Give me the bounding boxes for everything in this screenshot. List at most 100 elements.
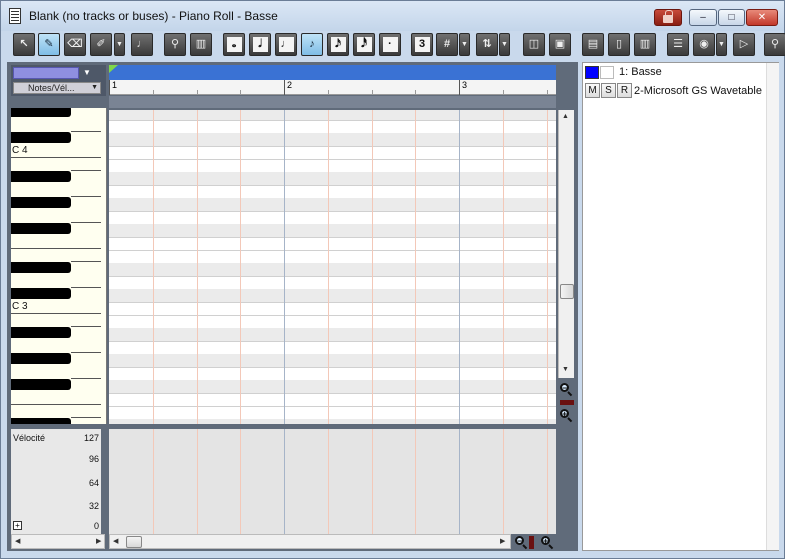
list-icon: ☰: [673, 38, 683, 50]
erase-tool-button[interactable]: ⌫: [64, 33, 86, 56]
layout-right-button[interactable]: ▥: [634, 33, 656, 56]
vertical-zoom-slider[interactable]: [560, 400, 574, 405]
black-key[interactable]: [11, 379, 71, 390]
piano-roll-pane: ▼ Notes/Vél... ▼ 1 2 3 C 4C 3 ▲ ▼ − + Vé…: [7, 62, 578, 551]
sixteenth-note-button[interactable]: 𝅘𝅥𝅯: [327, 33, 349, 56]
velocity-pane[interactable]: [109, 429, 556, 534]
black-key-row: [109, 198, 556, 211]
scroll-right-icon[interactable]: ▶: [96, 537, 101, 545]
plus-sign: +: [543, 536, 549, 546]
layout-split-button[interactable]: ▯: [608, 33, 630, 56]
time-ruler[interactable]: 1 2 3: [109, 80, 556, 95]
zoom-out-horizontal-button[interactable]: −: [514, 535, 528, 550]
expand-icon[interactable]: +: [13, 521, 22, 530]
controller-dropdown[interactable]: Notes/Vél... ▼: [13, 82, 101, 94]
zoom-out-vertical-button[interactable]: −: [559, 382, 573, 397]
vertical-scrollbar[interactable]: ▲ ▼: [558, 110, 574, 378]
maximize-button[interactable]: □: [718, 9, 745, 26]
horizontal-scrollbar[interactable]: ◀ ▶: [109, 534, 511, 549]
black-key-row: [109, 263, 556, 276]
fit-content-button[interactable]: ▣: [549, 33, 571, 56]
note-map-selector[interactable]: [13, 67, 79, 79]
grid-row-line: [109, 211, 556, 212]
black-key-row: [109, 380, 556, 393]
draw-tool-button[interactable]: ✎: [38, 33, 60, 56]
close-button[interactable]: ✕: [746, 9, 778, 26]
scroll-up-icon[interactable]: ▲: [562, 113, 569, 120]
pane-split-icon: ▯: [615, 38, 623, 50]
track-list-button[interactable]: ☰: [667, 33, 689, 56]
mute-tool-button[interactable]: ♩: [131, 33, 153, 56]
keyboard-scrollbar[interactable]: ◀ ▶: [11, 534, 105, 549]
track-color-secondary[interactable]: [600, 66, 614, 79]
quarter-note-button[interactable]: ♩: [275, 33, 297, 56]
scroll-right-icon[interactable]: ▶: [500, 537, 505, 545]
now-marker-icon[interactable]: [109, 65, 118, 73]
fit-horizontal-button[interactable]: ◫: [523, 33, 545, 56]
transpose-dropdown[interactable]: ▼: [499, 33, 510, 56]
black-key[interactable]: [11, 171, 71, 182]
whole-note-button[interactable]: 𝅝: [223, 33, 245, 56]
zoom-in-horizontal-button[interactable]: +: [540, 535, 554, 550]
track-color-swatch[interactable]: [585, 66, 599, 79]
transpose-button[interactable]: ⇅: [476, 33, 498, 56]
piano-keyboard[interactable]: C 4 C 3: [11, 108, 101, 424]
brush-tool-button[interactable]: ✐: [90, 33, 112, 56]
black-key[interactable]: [11, 327, 71, 338]
scroll-left-icon[interactable]: ◀: [15, 537, 20, 545]
thirty-second-note-button[interactable]: 𝅘𝅥𝅰: [353, 33, 375, 56]
scroll-left-icon[interactable]: ◀: [113, 537, 118, 545]
black-key[interactable]: [11, 288, 71, 299]
record-button[interactable]: ◉: [693, 33, 715, 56]
timeline-header[interactable]: [109, 65, 556, 80]
black-key[interactable]: [11, 197, 71, 208]
chevron-down-icon: ▼: [91, 84, 98, 91]
zoom-in-vertical-button[interactable]: +: [559, 408, 573, 423]
record-arm-button[interactable]: R: [617, 83, 632, 98]
minimize-button[interactable]: –: [689, 9, 717, 26]
vertical-scroll-thumb[interactable]: [560, 284, 574, 299]
grid-row-line: [109, 120, 556, 121]
fit-icon: ◫: [528, 38, 540, 50]
record-dropdown[interactable]: ▼: [716, 33, 727, 56]
black-key-row: [109, 172, 556, 185]
black-key[interactable]: [11, 108, 71, 117]
triplet-icon: 3: [414, 37, 430, 52]
track-output-port[interactable]: 2-Microsoft GS Wavetable: [634, 85, 762, 97]
white-key-divider: [11, 157, 101, 158]
solo-button[interactable]: S: [601, 83, 616, 98]
title-bar[interactable]: Blank (no tracks or buses) - Piano Roll …: [1, 1, 784, 31]
white-key-divider: [71, 195, 101, 197]
beat-gridline: [284, 110, 285, 424]
black-key[interactable]: [11, 353, 71, 364]
track-list-scrollbar[interactable]: [766, 63, 779, 550]
half-note-button[interactable]: 𝅗𝅥: [249, 33, 271, 56]
grid-row-line: [109, 146, 556, 147]
horizontal-zoom-slider[interactable]: [529, 536, 534, 549]
grid-row-line: [109, 341, 556, 342]
play-button[interactable]: ▷: [733, 33, 755, 56]
triplet-button[interactable]: 3: [411, 33, 433, 56]
note-grid[interactable]: [109, 110, 556, 424]
scroll-down-icon[interactable]: ▼: [562, 366, 569, 373]
layout-left-button[interactable]: ▤: [582, 33, 604, 56]
chevron-down-icon[interactable]: ▼: [81, 67, 93, 79]
eighth-note-button[interactable]: ♪: [301, 33, 323, 56]
horizontal-scroll-thumb[interactable]: [126, 536, 142, 548]
dotted-note-button[interactable]: ·: [379, 33, 401, 56]
black-key[interactable]: [11, 262, 71, 273]
mute-button[interactable]: M: [585, 83, 600, 98]
marker-strip[interactable]: [109, 96, 556, 108]
black-key[interactable]: [11, 223, 71, 234]
document-icon[interactable]: [9, 8, 21, 24]
track-name[interactable]: 1: Basse: [619, 66, 662, 78]
snap-grid-button[interactable]: #: [436, 33, 458, 56]
brush-dropdown[interactable]: ▼: [114, 33, 125, 56]
select-tool-button[interactable]: ↖: [13, 33, 35, 56]
keyboard-tool-button[interactable]: ▥: [190, 33, 212, 56]
snap-dropdown[interactable]: ▼: [459, 33, 470, 56]
lock-button[interactable]: [654, 9, 682, 26]
black-key[interactable]: [11, 132, 71, 143]
zoom-button[interactable]: ⚲: [764, 33, 785, 56]
scrub-tool-button[interactable]: ⚲: [164, 33, 186, 56]
